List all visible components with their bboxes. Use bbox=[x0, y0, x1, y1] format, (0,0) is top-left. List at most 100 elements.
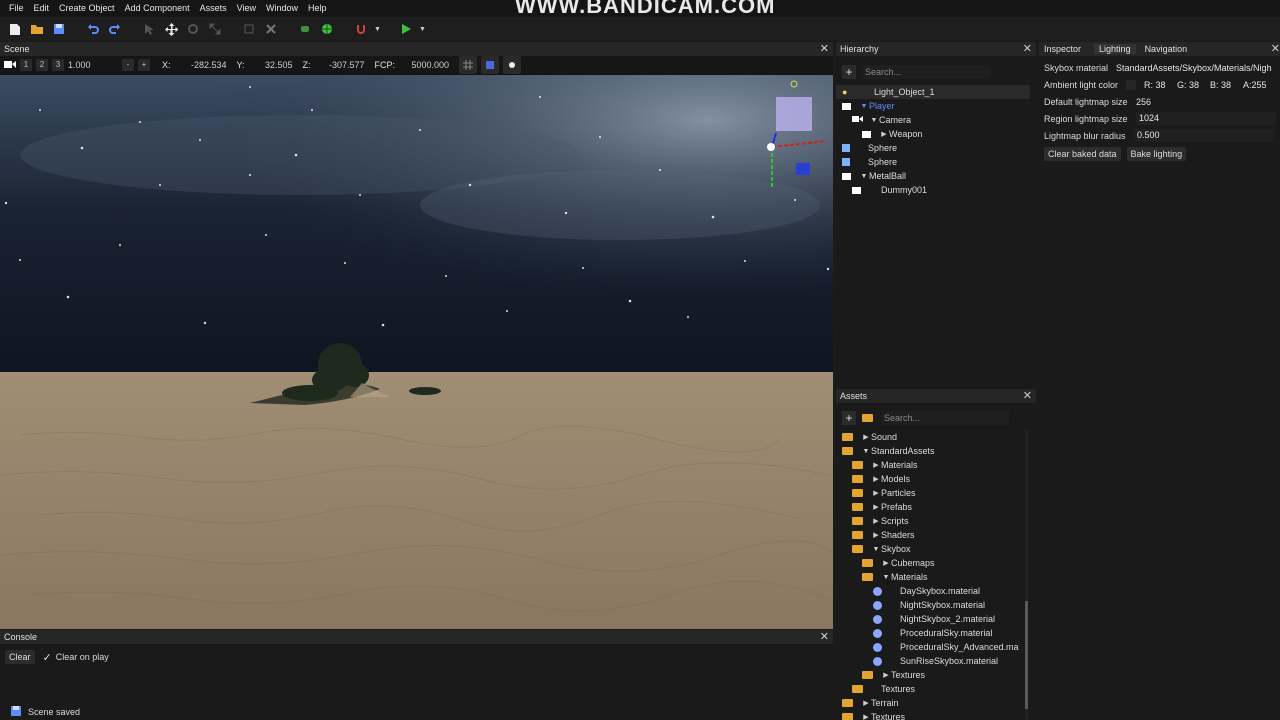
close-icon[interactable]: ✕ bbox=[1271, 43, 1280, 55]
hierarchy-item-camera[interactable]: ▼ Camera bbox=[836, 113, 1036, 127]
chevron-down-icon[interactable]: ▼ bbox=[871, 546, 881, 553]
menu-assets[interactable]: Assets bbox=[195, 0, 232, 17]
local-space-icon[interactable] bbox=[296, 20, 314, 38]
hierarchy-item-player[interactable]: ▼ Player bbox=[836, 99, 1036, 113]
asset-folder-prefabs[interactable]: ▶ Prefabs bbox=[836, 500, 1036, 514]
folder-icon[interactable] bbox=[862, 414, 873, 422]
asset-folder-standardassets[interactable]: ▼ StandardAssets bbox=[836, 444, 1036, 458]
tab-inspector[interactable]: Inspector bbox=[1039, 44, 1086, 54]
snap-icon[interactable] bbox=[240, 20, 258, 38]
chevron-right-icon[interactable]: ▶ bbox=[881, 671, 891, 679]
menu-add-component[interactable]: Add Component bbox=[120, 0, 195, 17]
x-value[interactable]: -282.534 bbox=[175, 60, 227, 70]
hierarchy-item-weapon[interactable]: ▶ Weapon bbox=[836, 127, 1036, 141]
add-asset-button[interactable]: + bbox=[842, 411, 856, 425]
y-value[interactable]: 32.505 bbox=[249, 60, 293, 70]
chevron-right-icon[interactable]: ▶ bbox=[861, 433, 871, 441]
asset-material-proceduralsky-advanced[interactable]: ProceduralSky_Advanced.ma bbox=[836, 640, 1036, 654]
hierarchy-search-input[interactable]: Search... bbox=[862, 65, 990, 79]
scale-tool-icon[interactable] bbox=[206, 20, 224, 38]
asset-folder-materials[interactable]: ▶ Materials bbox=[836, 458, 1036, 472]
assets-search-input[interactable]: Search... bbox=[881, 411, 1009, 425]
close-icon[interactable]: ✕ bbox=[820, 43, 829, 55]
open-folder-icon[interactable] bbox=[28, 20, 46, 38]
select-tool-icon[interactable] bbox=[140, 20, 158, 38]
hierarchy-item-dummy001[interactable]: Dummy001 bbox=[836, 183, 1036, 197]
sun-icon[interactable] bbox=[503, 56, 522, 74]
hierarchy-item-metalball[interactable]: ▼ MetalBall bbox=[836, 169, 1036, 183]
chevron-down-icon[interactable]: ▼ bbox=[861, 448, 871, 455]
ambient-r-value[interactable]: R: 38 bbox=[1144, 80, 1177, 90]
chevron-right-icon[interactable]: ▶ bbox=[871, 475, 881, 483]
chevron-right-icon[interactable]: ▶ bbox=[861, 699, 871, 707]
grid-icon[interactable] bbox=[459, 56, 478, 74]
asset-folder-skybox-textures[interactable]: ▶ Textures bbox=[836, 668, 1036, 682]
play-dropdown-icon[interactable]: ▼ bbox=[419, 26, 426, 33]
close-icon[interactable]: ✕ bbox=[820, 631, 829, 643]
chevron-right-icon[interactable]: ▶ bbox=[881, 559, 891, 567]
chevron-right-icon[interactable]: ▶ bbox=[879, 130, 889, 138]
asset-folder-sound[interactable]: ▶ Sound bbox=[836, 430, 1036, 444]
assets-scrollbar-thumb[interactable] bbox=[1025, 601, 1028, 709]
layer-3-button[interactable]: 3 bbox=[52, 59, 64, 71]
play-icon[interactable] bbox=[397, 20, 415, 38]
undo-icon[interactable] bbox=[84, 20, 102, 38]
camera-icon[interactable] bbox=[4, 60, 16, 71]
ambient-g-value[interactable]: G: 38 bbox=[1177, 80, 1210, 90]
ambient-color-swatch[interactable] bbox=[1126, 79, 1136, 90]
chevron-right-icon[interactable]: ▶ bbox=[871, 489, 881, 497]
zoom-value[interactable]: 1.000 bbox=[68, 60, 112, 70]
chevron-right-icon[interactable]: ▶ bbox=[861, 713, 871, 720]
zoom-plus-button[interactable]: + bbox=[138, 59, 150, 71]
save-icon[interactable] bbox=[50, 20, 68, 38]
hierarchy-item-sphere[interactable]: Sphere bbox=[836, 155, 1036, 169]
default-lightmap-value[interactable]: 256 bbox=[1136, 97, 1151, 107]
asset-folder-shaders[interactable]: ▶ Shaders bbox=[836, 528, 1036, 542]
ambient-a-value[interactable]: A:255 bbox=[1243, 80, 1267, 90]
close-icon[interactable]: ✕ bbox=[1023, 390, 1032, 402]
bake-lighting-button[interactable]: Bake lighting bbox=[1126, 147, 1187, 161]
asset-material-nightskybox-2[interactable]: NightSkybox_2.material bbox=[836, 612, 1036, 626]
asset-folder-skybox[interactable]: ▼ Skybox bbox=[836, 542, 1036, 556]
asset-material-sunriseskybox[interactable]: SunRiseSkybox.material bbox=[836, 654, 1036, 668]
menu-view[interactable]: View bbox=[232, 0, 261, 17]
close-icon[interactable]: ✕ bbox=[1023, 43, 1032, 55]
asset-folder-terrain[interactable]: ▶ Terrain bbox=[836, 696, 1036, 710]
ambient-b-value[interactable]: B: 38 bbox=[1210, 80, 1243, 90]
chevron-down-icon[interactable]: ▼ bbox=[859, 103, 869, 110]
chevron-right-icon[interactable]: ▶ bbox=[871, 461, 881, 469]
skybox-material-value[interactable]: StandardAssets/Skybox/Materials/Nigh bbox=[1116, 63, 1272, 73]
zoom-minus-button[interactable]: - bbox=[122, 59, 134, 71]
asset-folder-cubemaps[interactable]: ▶ Cubemaps bbox=[836, 556, 1036, 570]
chevron-down-icon[interactable]: ▼ bbox=[881, 574, 891, 581]
asset-folder-textures[interactable]: Textures bbox=[836, 682, 1036, 696]
tab-navigation[interactable]: Navigation bbox=[1140, 44, 1193, 54]
menu-help[interactable]: Help bbox=[303, 0, 332, 17]
asset-material-dayskybox[interactable]: DaySkybox.material bbox=[836, 584, 1036, 598]
hierarchy-item-sphere[interactable]: Sphere bbox=[836, 141, 1036, 155]
layer-2-button[interactable]: 2 bbox=[36, 59, 48, 71]
delete-icon[interactable] bbox=[262, 20, 280, 38]
rotate-tool-icon[interactable] bbox=[184, 20, 202, 38]
z-value[interactable]: -307.577 bbox=[315, 60, 365, 70]
menu-file[interactable]: File bbox=[4, 0, 29, 17]
clear-baked-data-button[interactable]: Clear baked data bbox=[1044, 147, 1121, 161]
menu-window[interactable]: Window bbox=[261, 0, 303, 17]
chevron-right-icon[interactable]: ▶ bbox=[871, 531, 881, 539]
chevron-down-icon[interactable]: ▼ bbox=[859, 173, 869, 180]
fcp-value[interactable]: 5000.000 bbox=[399, 60, 450, 70]
region-lightmap-value[interactable]: 1024 bbox=[1136, 112, 1276, 125]
magnet-icon[interactable] bbox=[352, 20, 370, 38]
tab-lighting[interactable]: Lighting bbox=[1094, 44, 1136, 54]
asset-folder-skybox-materials[interactable]: ▼ Materials bbox=[836, 570, 1036, 584]
asset-material-proceduralsky[interactable]: ProceduralSky.material bbox=[836, 626, 1036, 640]
move-tool-icon[interactable] bbox=[162, 20, 180, 38]
hierarchy-item-light-object[interactable]: ● Light_Object_1 bbox=[836, 85, 1030, 99]
asset-folder-textures-root[interactable]: ▶ Textures bbox=[836, 710, 1036, 720]
chevron-down-icon[interactable]: ▼ bbox=[869, 117, 879, 124]
asset-folder-models[interactable]: ▶ Models bbox=[836, 472, 1036, 486]
new-file-icon[interactable] bbox=[6, 20, 24, 38]
clear-on-play-toggle[interactable]: ✓ Clear on play bbox=[43, 651, 109, 664]
add-object-button[interactable]: + bbox=[842, 65, 856, 79]
asset-folder-particles[interactable]: ▶ Particles bbox=[836, 486, 1036, 500]
